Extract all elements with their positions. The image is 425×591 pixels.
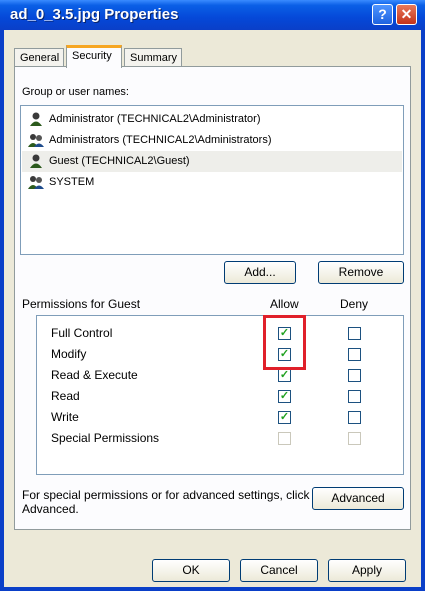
allow-checkbox[interactable]: ✓ (278, 390, 291, 403)
group-names-label: Group or user names: (22, 86, 129, 98)
advanced-button[interactable]: Advanced (312, 487, 404, 510)
allow-checkbox (278, 432, 291, 445)
group-icon (28, 176, 44, 189)
ok-button[interactable]: OK (152, 559, 230, 582)
deny-header: Deny (340, 297, 369, 311)
list-item-label: Administrators (TECHNICAL2\Administrator… (49, 134, 272, 146)
window-title: ad_0_3.5.jpg Properties (10, 6, 179, 23)
help-icon[interactable]: ? (372, 4, 393, 25)
apply-button[interactable]: Apply (328, 559, 406, 582)
permissions-label: Permissions for Guest (22, 297, 141, 311)
perm-write: Write (51, 410, 79, 424)
deny-checkbox (348, 432, 361, 445)
deny-checkbox[interactable] (348, 348, 361, 361)
close-icon[interactable]: ✕ (396, 4, 417, 25)
list-item[interactable]: Guest (TECHNICAL2\Guest) (22, 151, 402, 172)
allow-header: Allow (270, 297, 299, 311)
user-icon (30, 112, 42, 126)
list-item-label: Administrator (TECHNICAL2\Administrator) (49, 113, 261, 125)
deny-checkbox[interactable] (348, 369, 361, 382)
list-item-label: Guest (TECHNICAL2\Guest) (49, 155, 190, 167)
cancel-button[interactable]: Cancel (240, 559, 318, 582)
perm-special: Special Permissions (51, 431, 160, 445)
perm-full-control: Full Control (51, 326, 113, 340)
add-button[interactable]: Add... (224, 261, 296, 284)
group-list[interactable]: Administrator (TECHNICAL2\Administrator)… (20, 105, 404, 255)
list-item[interactable]: Administrators (TECHNICAL2\Administrator… (22, 130, 402, 151)
allow-checkbox[interactable]: ✓ (278, 369, 291, 382)
list-item[interactable]: Administrator (TECHNICAL2\Administrator) (22, 109, 402, 130)
tab-general[interactable]: General (14, 48, 64, 67)
tab-summary[interactable]: Summary (124, 48, 182, 67)
user-icon (30, 154, 42, 168)
allow-checkbox[interactable]: ✓ (278, 411, 291, 424)
remove-button[interactable]: Remove (318, 261, 404, 284)
deny-checkbox[interactable] (348, 327, 361, 340)
deny-checkbox[interactable] (348, 411, 361, 424)
title-bar[interactable]: ad_0_3.5.jpg Properties ? ✕ (0, 0, 425, 30)
perm-read-execute: Read & Execute (51, 368, 138, 382)
tab-security[interactable]: Security (66, 45, 122, 68)
group-icon (28, 134, 44, 147)
deny-checkbox[interactable] (348, 390, 361, 403)
highlight-box (263, 315, 306, 370)
list-item[interactable]: SYSTEM (22, 172, 402, 193)
list-item-label: SYSTEM (49, 176, 95, 188)
perm-modify: Modify (51, 347, 87, 361)
advanced-hint: For special permissions or for advanced … (22, 488, 310, 516)
perm-read: Read (51, 389, 80, 403)
